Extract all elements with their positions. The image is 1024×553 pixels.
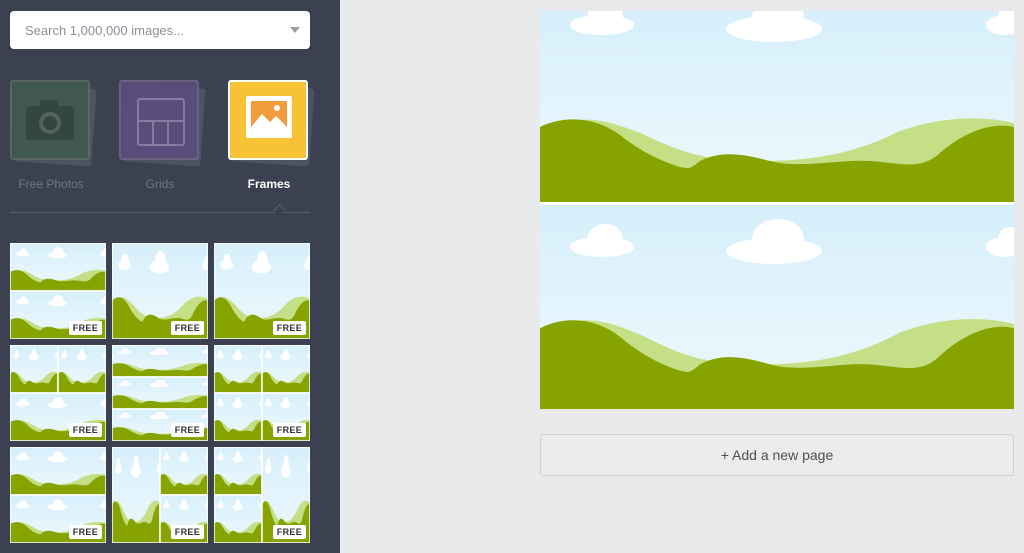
category-label: Free Photos	[18, 177, 84, 191]
free-badge: FREE	[272, 423, 306, 437]
free-badge: FREE	[272, 525, 306, 539]
frame-layout-preview	[540, 11, 1014, 409]
sidebar: Free Photos Grids Fram	[0, 0, 340, 553]
grid-icon	[119, 80, 199, 160]
frame-thumbnail[interactable]: FREE	[112, 345, 208, 441]
free-badge: FREE	[170, 525, 204, 539]
search-input[interactable]	[10, 11, 280, 49]
frame-thumbnail[interactable]: FREE	[10, 243, 106, 339]
frame-thumbnail[interactable]: FREE	[214, 243, 310, 339]
divider	[10, 212, 310, 213]
active-indicator	[273, 204, 286, 217]
category-label: Frames	[247, 177, 291, 191]
frame-thumbnail[interactable]: FREE	[10, 345, 106, 441]
add-page-button[interactable]: + Add a new page	[540, 434, 1014, 476]
frame-thumbnail[interactable]: FREE	[112, 243, 208, 339]
category-free-photos[interactable]: Free Photos	[10, 80, 97, 200]
free-badge: FREE	[68, 423, 102, 437]
search-bar[interactable]	[10, 11, 310, 49]
category-label: Grids	[145, 177, 175, 191]
frame-thumbnail[interactable]: FREE	[214, 447, 310, 543]
chevron-down-icon[interactable]	[290, 27, 300, 33]
camera-icon	[10, 80, 90, 160]
frame-thumbnail[interactable]: FREE	[10, 447, 106, 543]
free-badge: FREE	[272, 321, 306, 335]
frame-thumbnail[interactable]: FREE	[214, 345, 310, 441]
frame-thumbnail[interactable]: FREE	[112, 447, 208, 543]
free-badge: FREE	[68, 321, 102, 335]
category-frames[interactable]: Frames	[228, 80, 315, 200]
design-canvas[interactable]	[540, 11, 1014, 409]
free-badge: FREE	[68, 525, 102, 539]
free-badge: FREE	[170, 423, 204, 437]
category-grids[interactable]: Grids	[119, 80, 206, 200]
picture-frame-icon	[228, 80, 308, 160]
free-badge: FREE	[170, 321, 204, 335]
